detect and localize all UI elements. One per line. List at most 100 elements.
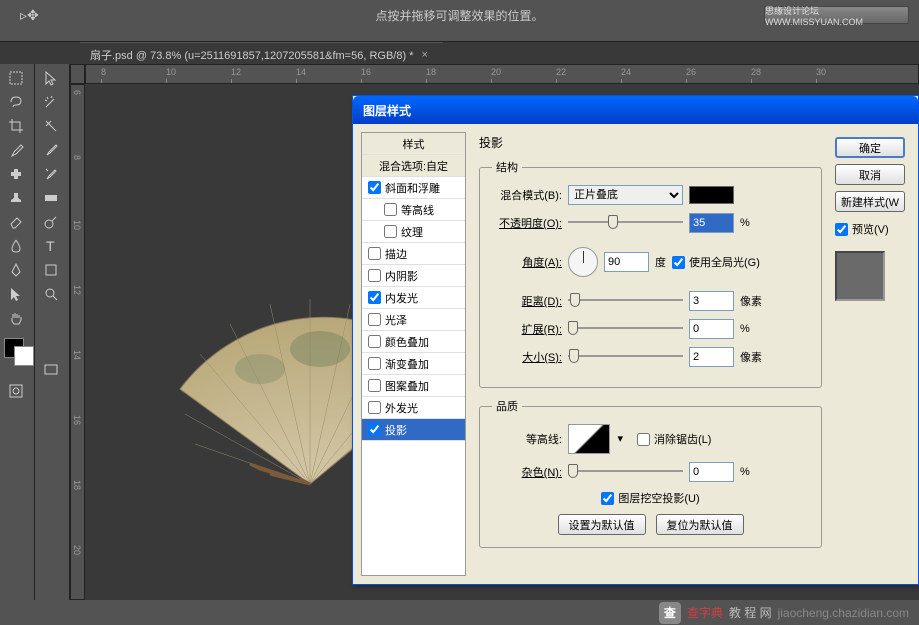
color-overlay-item[interactable]: 颜色叠加 (362, 331, 465, 353)
close-tab-icon[interactable]: × (421, 49, 427, 61)
color-swatches[interactable] (2, 336, 32, 368)
ruler-horizontal[interactable]: 8 10 12 14 16 18 20 22 24 26 28 30 (85, 64, 919, 84)
ruler-tick: 8 (72, 155, 82, 160)
bevel-emboss-item[interactable]: 斜面和浮雕 (362, 177, 465, 199)
angle-input[interactable] (604, 252, 649, 272)
global-light-checkbox[interactable] (672, 256, 685, 269)
stroke-checkbox[interactable] (368, 247, 381, 260)
hint-text: 点按并拖移可调整效果的位置。 (375, 7, 543, 24)
shadow-color-swatch[interactable] (689, 186, 734, 204)
quickmask-tool-icon[interactable] (2, 380, 30, 402)
background-color-icon[interactable] (14, 346, 34, 366)
healing-tool-icon[interactable] (2, 163, 30, 185)
wand-tool-icon[interactable] (37, 91, 65, 113)
screenmode-tool-icon[interactable] (37, 359, 65, 381)
dodge-tool-icon[interactable] (37, 211, 65, 233)
blend-mode-row: 混合模式(B): 正片叠底 (492, 185, 809, 205)
reset-default-button[interactable]: 复位为默认值 (656, 514, 744, 535)
inner-glow-item[interactable]: 内发光 (362, 287, 465, 309)
size-slider[interactable] (568, 348, 683, 366)
spread-input[interactable] (689, 319, 734, 339)
inner-glow-checkbox[interactable] (368, 291, 381, 304)
global-light-checkbox-label[interactable]: 使用全局光(G) (672, 254, 760, 270)
stroke-item[interactable]: 描边 (362, 243, 465, 265)
opacity-label: 不透明度(O): (492, 215, 562, 231)
blend-mode-select[interactable]: 正片叠底 (568, 185, 683, 205)
set-default-button[interactable]: 设置为默认值 (558, 514, 646, 535)
satin-checkbox[interactable] (368, 313, 381, 326)
lasso-tool-icon[interactable] (2, 91, 30, 113)
document-tab[interactable]: 扇子.psd @ 73.8% (u=2511691857,1207205581&… (80, 42, 443, 64)
texture-item[interactable]: 纹理 (362, 221, 465, 243)
preview-checkbox[interactable] (835, 223, 848, 236)
distance-input[interactable] (689, 291, 734, 311)
color-overlay-checkbox[interactable] (368, 335, 381, 348)
noise-input[interactable] (689, 462, 734, 482)
pattern-overlay-checkbox[interactable] (368, 379, 381, 392)
zoom-tool-icon[interactable] (37, 283, 65, 305)
brush-tool-icon[interactable] (37, 139, 65, 161)
hand-tool-icon[interactable] (2, 307, 30, 329)
watermark-image: 思缘设计论坛 WWW.MISSYUAN.COM (764, 6, 909, 24)
shape-tool-icon[interactable] (37, 259, 65, 281)
crop-tool-icon[interactable] (2, 115, 30, 137)
drop-shadow-item[interactable]: 投影 (362, 419, 465, 441)
contour-checkbox[interactable] (384, 203, 397, 216)
opacity-input[interactable] (689, 213, 734, 233)
ruler-tick: 20 (72, 545, 82, 555)
outer-glow-checkbox[interactable] (368, 401, 381, 414)
marquee-tool-icon[interactable] (2, 67, 30, 89)
knockout-checkbox-label[interactable]: 图层挖空投影(U) (601, 490, 699, 506)
texture-checkbox[interactable] (384, 225, 397, 238)
drop-shadow-checkbox[interactable] (368, 423, 381, 436)
pattern-overlay-item[interactable]: 图案叠加 (362, 375, 465, 397)
antialias-checkbox[interactable] (637, 433, 650, 446)
ruler-tick: 6 (72, 90, 82, 95)
inner-shadow-item[interactable]: 内阴影 (362, 265, 465, 287)
knockout-checkbox[interactable] (601, 492, 614, 505)
inner-shadow-checkbox[interactable] (368, 269, 381, 282)
pen-tool-icon[interactable] (2, 259, 30, 281)
dialog-titlebar[interactable]: 图层样式 (353, 96, 918, 124)
eyedropper-tool-icon[interactable] (2, 139, 30, 161)
type-tool-icon[interactable]: T (37, 235, 65, 257)
gradient-overlay-item[interactable]: 渐变叠加 (362, 353, 465, 375)
eraser-tool-icon[interactable] (2, 211, 30, 233)
outer-glow-item[interactable]: 外发光 (362, 397, 465, 419)
preview-checkbox-label[interactable]: 预览(V) (835, 221, 910, 237)
satin-item[interactable]: 光泽 (362, 309, 465, 331)
new-style-button[interactable]: 新建样式(W (835, 191, 905, 212)
contour-item[interactable]: 等高线 (362, 199, 465, 221)
ok-button[interactable]: 确定 (835, 137, 905, 158)
angle-dial[interactable] (568, 247, 598, 277)
structure-fieldset: 结构 混合模式(B): 正片叠底 不透明度(O): % 角度(A): (479, 159, 822, 388)
styles-list-header[interactable]: 样式 (362, 133, 465, 155)
watermark-logo-icon: 查 (659, 602, 681, 624)
dialog-body: 样式 混合选项:自定 斜面和浮雕 等高线 纹理 描边 内阴影 内发光 光泽 颜色… (353, 124, 918, 584)
noise-slider[interactable] (568, 463, 683, 481)
blur-tool-icon[interactable] (2, 235, 30, 257)
move-tool-icon[interactable] (37, 67, 65, 89)
document-tab-title: 扇子.psd @ 73.8% (u=2511691857,1207205581&… (90, 47, 413, 63)
defaults-row: 设置为默认值 复位为默认值 (492, 514, 809, 535)
slice-tool-icon[interactable] (37, 115, 65, 137)
ruler-vertical[interactable]: 6 8 10 12 14 16 18 20 (70, 84, 85, 600)
cancel-button[interactable]: 取消 (835, 164, 905, 185)
quality-fieldset: 品质 等高线: 消除锯齿(L) 杂色(N): % 图层挖空投影(U) (479, 398, 822, 548)
size-label: 大小(S): (492, 349, 562, 365)
svg-text:T: T (46, 238, 55, 254)
distance-row: 距离(D): 像素 (492, 291, 809, 311)
size-input[interactable] (689, 347, 734, 367)
gradient-overlay-checkbox[interactable] (368, 357, 381, 370)
opacity-slider[interactable] (568, 214, 683, 232)
contour-picker[interactable] (568, 424, 610, 454)
spread-slider[interactable] (568, 320, 683, 338)
history-brush-tool-icon[interactable] (37, 163, 65, 185)
bevel-checkbox[interactable] (368, 181, 381, 194)
path-select-tool-icon[interactable] (2, 283, 30, 305)
stamp-tool-icon[interactable] (2, 187, 30, 209)
blending-options-item[interactable]: 混合选项:自定 (362, 155, 465, 177)
antialias-checkbox-label[interactable]: 消除锯齿(L) (637, 431, 711, 447)
distance-slider[interactable] (568, 292, 683, 310)
gradient-tool-icon[interactable] (37, 187, 65, 209)
